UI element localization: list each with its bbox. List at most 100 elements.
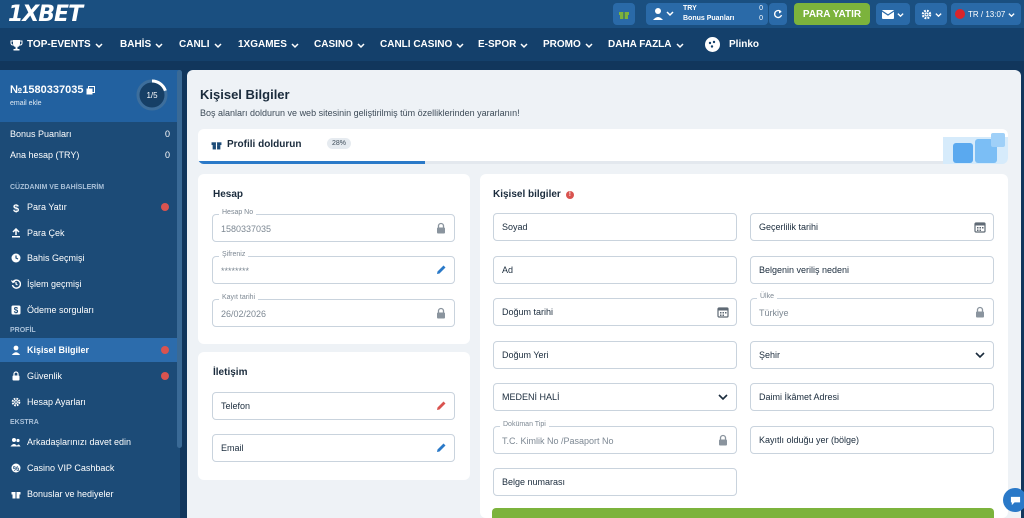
save-button[interactable] — [492, 508, 994, 518]
profile-completion-bar[interactable]: Profili doldurun 28% — [198, 129, 1008, 164]
sidebar-item-bet-history[interactable]: Bahis Geçmişi — [0, 246, 180, 270]
field-label: Soyad — [502, 222, 528, 232]
account-balance[interactable]: TRY Bonus Puanları 0 0 — [646, 3, 768, 25]
clock-icon — [10, 253, 21, 264]
registered-place-field[interactable]: Kayıtlı olduğu yer (bölge) — [750, 426, 994, 454]
sidebar-item-bonuses[interactable]: Bonuslar ve hediyeler — [0, 482, 180, 506]
field-label: Belge numarası — [502, 477, 566, 487]
sidebar-item-vip-cashback[interactable]: % Casino VIP Cashback — [0, 456, 180, 480]
nav-plinko[interactable]: Plinko — [704, 28, 759, 61]
gift-button[interactable] — [613, 3, 635, 25]
history-icon — [10, 279, 21, 290]
email-field[interactable]: Email — [212, 434, 455, 462]
calendar-icon[interactable] — [974, 221, 986, 233]
bonus-value: 0 — [759, 15, 763, 22]
main-nav: TOP-EVENTS BAHİS CANLI 1XGAMES CASINO CA… — [0, 28, 1024, 61]
lock-icon — [437, 222, 445, 234]
chevron-down-icon — [456, 42, 464, 48]
phone-field[interactable]: Telefon — [212, 392, 455, 420]
settings-button[interactable] — [915, 3, 947, 25]
sidebar-item-label: Arkadaşlarınızı davet edin — [27, 437, 132, 447]
sidebar-item-personal-info[interactable]: Kişisel Bilgiler — [0, 338, 180, 362]
validity-date-field[interactable]: Geçerlilik tarihi — [750, 213, 994, 241]
name-field[interactable]: Ad — [493, 256, 737, 284]
payment-icon: $ — [10, 305, 21, 316]
alert-dot — [161, 346, 169, 354]
sidebar-scrollbar[interactable] — [177, 70, 182, 448]
account-number: №1580337035 — [10, 84, 96, 96]
main-account-value: 0 — [164, 150, 170, 160]
field-label: Kayıt tarihi — [219, 294, 259, 301]
sidebar-item-deposit[interactable]: $ Para Yatır — [0, 195, 180, 219]
document-reason-field[interactable]: Belgenin veriliş nedeni — [750, 256, 994, 284]
add-email-link[interactable]: email ekle — [10, 100, 42, 107]
nav-canli-casino[interactable]: CANLI CASINO — [380, 28, 464, 61]
chevron-down-icon — [357, 42, 365, 48]
nav-1xgames[interactable]: 1XGAMES — [238, 28, 299, 61]
page-title: Kişisel Bilgiler — [200, 87, 290, 102]
personal-card-title: Kişisel bilgiler ! — [493, 189, 574, 200]
birth-place-field[interactable]: Doğum Yeri — [493, 341, 737, 369]
document-number-field[interactable]: Belge numarası — [493, 468, 737, 496]
gift-boxes-decoration — [943, 133, 1008, 164]
lock-icon — [719, 434, 727, 446]
account-number-field: Hesap No 1580337035 — [212, 209, 455, 242]
profile-fill-percent: 28% — [327, 138, 352, 149]
nav-daha-fazla[interactable]: DAHA FAZLA — [608, 28, 684, 61]
nav-label: Plinko — [729, 39, 760, 50]
nav-canli[interactable]: CANLI — [179, 28, 222, 61]
calendar-icon[interactable] — [717, 306, 729, 318]
surname-field[interactable]: Soyad — [493, 213, 737, 241]
brand-logo[interactable]: 1XBET — [8, 2, 83, 27]
sidebar-item-label: Hesap Ayarları — [27, 397, 86, 407]
pencil-icon[interactable] — [435, 442, 447, 454]
field-label: Daimi İkâmet Adresi — [759, 392, 840, 402]
field-label: Şifreniz — [219, 251, 249, 258]
pencil-icon[interactable] — [435, 264, 447, 276]
section-extra-heading: EKSTRA — [10, 419, 39, 426]
sidebar-item-invite-friends[interactable]: Arkadaşlarınızı davet edin — [0, 430, 180, 454]
sidebar-item-payment-queries[interactable]: $ Ödeme sorguları — [0, 298, 180, 322]
field-label: Doküman Tipi — [500, 421, 549, 428]
nav-casino[interactable]: CASINO — [314, 28, 365, 61]
nav-e-spor[interactable]: E-SPOR — [478, 28, 528, 61]
refresh-button[interactable] — [769, 3, 787, 25]
trophy-icon — [10, 39, 23, 50]
sidebar-item-label: Güvenlik — [27, 371, 63, 381]
password-field[interactable]: Şifreniz ******** — [212, 251, 455, 284]
sidebar-item-withdraw[interactable]: Para Çek — [0, 221, 180, 245]
section-profile-heading: PROFİL — [10, 327, 36, 334]
nav-top-events[interactable]: TOP-EVENTS — [10, 28, 103, 61]
nav-bahis[interactable]: BAHİS — [120, 28, 163, 61]
chevron-down-icon — [897, 12, 904, 17]
sidebar-item-label: Ödeme sorguları — [27, 305, 95, 315]
sidebar-item-security[interactable]: Güvenlik — [0, 364, 180, 388]
birth-date-field[interactable]: Doğum tarihi — [493, 298, 737, 326]
registration-date-field: Kayıt tarihi 26/02/2026 — [212, 294, 455, 327]
copy-icon[interactable] — [86, 85, 96, 95]
city-select[interactable]: Şehir — [750, 341, 994, 369]
nav-label: E-SPOR — [478, 39, 517, 50]
chevron-down-icon — [975, 352, 985, 359]
sidebar-item-account-settings[interactable]: Hesap Ayarları — [0, 390, 180, 414]
nav-promo[interactable]: PROMO — [543, 28, 593, 61]
sidebar-item-label: Casino VIP Cashback — [27, 463, 115, 473]
language-time-button[interactable]: TR / 13:07 — [951, 3, 1021, 25]
sidebar-item-label: Para Çek — [27, 228, 65, 238]
address-field[interactable]: Daimi İkâmet Adresi — [750, 383, 994, 411]
alert-dot — [161, 203, 169, 211]
chevron-down-icon — [718, 394, 728, 401]
chevron-down-icon — [1008, 12, 1015, 17]
svg-text:%: % — [12, 466, 19, 473]
currency-label: TRY — [683, 5, 697, 12]
sidebar-item-label: Bahis Geçmişi — [27, 253, 85, 263]
plinko-icon — [705, 37, 720, 52]
sidebar-item-transaction-history[interactable]: İşlem geçmişi — [0, 272, 180, 296]
progress-fill — [198, 161, 425, 164]
deposit-button[interactable]: PARA YATIR — [794, 3, 870, 25]
marital-status-select[interactable]: MEDENİ HALİ — [493, 383, 737, 411]
pencil-icon[interactable] — [435, 400, 447, 412]
messages-button[interactable] — [876, 3, 910, 25]
chat-button[interactable] — [1003, 488, 1024, 512]
sidebar-item-label: Kişisel Bilgiler — [27, 345, 90, 355]
